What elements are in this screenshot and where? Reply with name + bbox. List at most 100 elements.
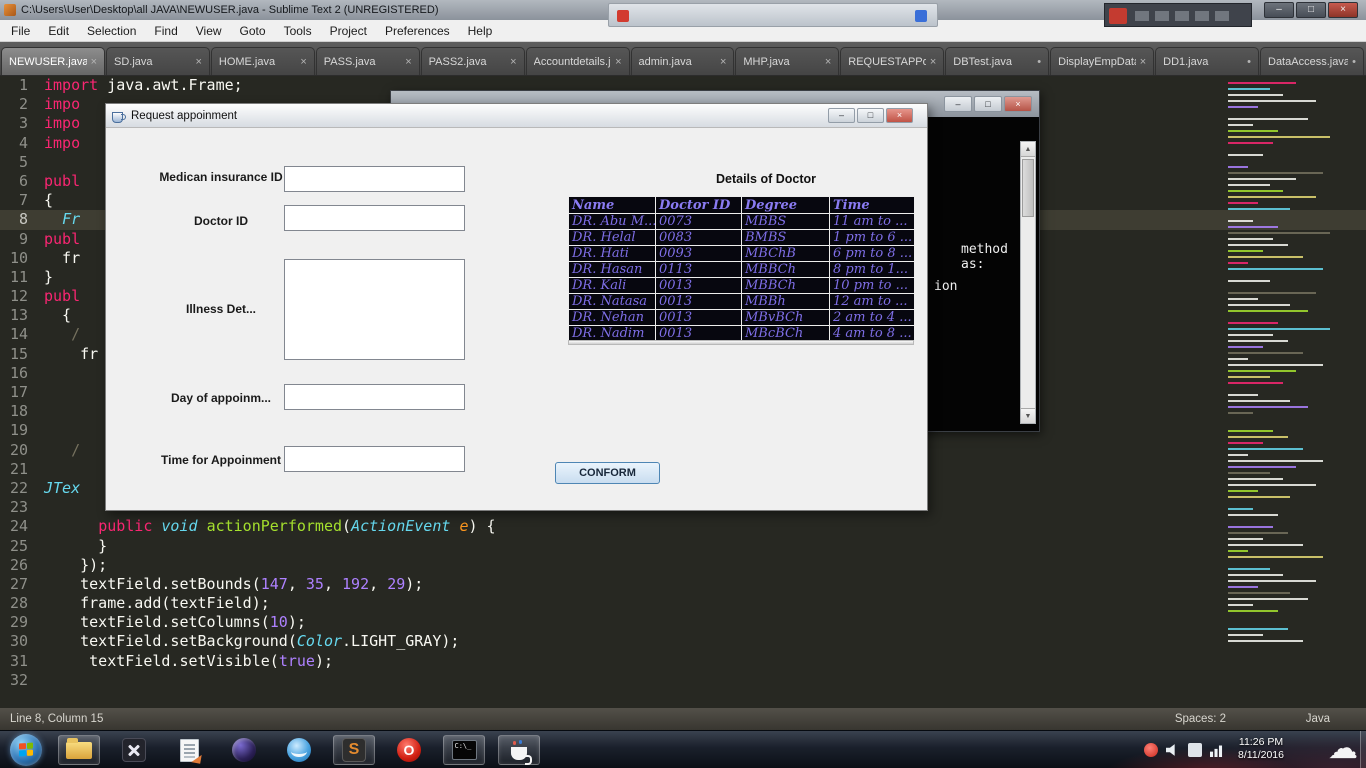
table-row[interactable]: DR. Helal 0083 BMBS 1 pm to 6 ... (568, 229, 915, 246)
tab-close-icon[interactable]: × (195, 56, 201, 68)
tab-close-icon[interactable]: × (1140, 56, 1146, 68)
code-line[interactable]: 26 }); (0, 556, 1366, 575)
volume-icon[interactable] (1166, 744, 1175, 756)
scroll-down-icon[interactable]: ▼ (1021, 408, 1035, 423)
tab-close-icon[interactable]: × (405, 56, 411, 68)
tab-displayempdata-j[interactable]: DisplayEmpData.j × (1050, 47, 1155, 75)
conform-button[interactable]: CONFORM (555, 462, 660, 484)
menu-item-project[interactable]: Project (321, 21, 376, 41)
close-button[interactable]: × (1328, 2, 1358, 18)
indentation-setting[interactable]: Spaces: 2 (1175, 713, 1226, 725)
tab-close-icon[interactable]: • (1247, 56, 1251, 68)
dialog-minimize-button[interactable]: – (828, 108, 855, 123)
doctor-table[interactable]: Name Doctor ID Degree Time DR. Abu M... 0073 M… (568, 196, 915, 342)
table-row[interactable]: DR. Natasa 0013 MBBh 12 am to ... (568, 293, 915, 310)
menu-item-file[interactable]: File (2, 21, 39, 41)
tab-close-icon[interactable]: • (1037, 56, 1041, 68)
syntax-language[interactable]: Java (1306, 713, 1330, 725)
tab-close-icon[interactable]: × (825, 56, 831, 68)
minimize-button[interactable]: – (1264, 2, 1294, 18)
taskbar-clock[interactable]: 11:26 PM 8/11/2016 (1230, 736, 1292, 762)
sublime-taskbar-button[interactable]: S (333, 735, 375, 765)
table-row[interactable]: DR. Hasan 0113 MBBCh 8 pm to 1... (568, 261, 915, 278)
table-row[interactable]: DR. Nehan 0013 MBvBCh 2 am to 4 ... (568, 309, 915, 326)
tab-admin-java[interactable]: admin.java × (630, 47, 735, 75)
code-line[interactable]: 24 public void actionPerformed(ActionEve… (0, 517, 1366, 536)
network-icon[interactable] (1210, 745, 1223, 757)
menu-item-tools[interactable]: Tools (275, 21, 321, 41)
network-meter-fragment[interactable] (1104, 3, 1252, 27)
console-scrollbar[interactable]: ▲ ▼ (1020, 141, 1036, 424)
code-line[interactable]: 27 textField.setBounds(147, 35, 192, 29)… (0, 575, 1366, 594)
insurance-id-input[interactable] (284, 166, 465, 192)
tab-close-icon[interactable]: • (1352, 56, 1356, 68)
editor-app-taskbar-button[interactable] (168, 735, 210, 765)
dialog-maximize-button[interactable]: □ (857, 108, 884, 123)
app-icon[interactable] (1188, 743, 1202, 757)
code-line[interactable]: 31 textField.setVisible(true); (0, 652, 1366, 671)
menu-item-find[interactable]: Find (145, 21, 186, 41)
tab-dd1-java[interactable]: DD1.java • (1155, 47, 1259, 75)
red-status-icon[interactable] (1144, 743, 1158, 757)
minimap[interactable] (1228, 82, 1343, 682)
opera-taskbar-button[interactable]: O (388, 735, 430, 765)
console-minimize-button[interactable]: – (944, 96, 972, 112)
tab-close-icon[interactable]: × (615, 56, 621, 68)
menu-item-selection[interactable]: Selection (78, 21, 145, 41)
table-row[interactable]: DR. Hati 0093 MBChB 6 pm to 8 ... (568, 245, 915, 262)
code-line[interactable]: 29 textField.setColumns(10); (0, 613, 1366, 632)
tab-close-icon[interactable]: × (720, 56, 726, 68)
start-button[interactable] (10, 734, 42, 766)
scrollbar-thumb[interactable] (1022, 159, 1034, 217)
menu-item-view[interactable]: View (187, 21, 231, 41)
explorer-taskbar-button[interactable] (58, 735, 100, 765)
code-line[interactable]: 28 frame.add(textField); (0, 594, 1366, 613)
background-window-fragment[interactable] (608, 3, 938, 27)
code-line[interactable]: 30 textField.setBackground(Color.LIGHT_G… (0, 632, 1366, 651)
dialog-close-button[interactable]: × (886, 108, 913, 123)
doctor-id-input[interactable] (284, 205, 465, 231)
menu-item-help[interactable]: Help (459, 21, 502, 41)
appointment-time-input[interactable] (284, 446, 465, 472)
tab-home-java[interactable]: HOME.java × (210, 47, 315, 75)
tab-dbtest-java[interactable]: DBTest.java • (945, 47, 1050, 75)
menu-item-edit[interactable]: Edit (39, 21, 78, 41)
eclipse-taskbar-button[interactable] (223, 735, 265, 765)
java-taskbar-button[interactable] (498, 735, 540, 765)
app-x-taskbar-button[interactable] (113, 735, 155, 765)
menu-item-preferences[interactable]: Preferences (376, 21, 459, 41)
tab-close-icon[interactable]: × (930, 56, 936, 68)
terminal-taskbar-button[interactable]: C:\_ (443, 735, 485, 765)
tab-pass-java[interactable]: PASS.java × (315, 47, 420, 75)
show-desktop-button[interactable] (1360, 731, 1366, 768)
table-row[interactable]: DR. Kali 0013 MBBCh 10 pm to ... (568, 277, 915, 294)
scroll-up-icon[interactable]: ▲ (1021, 142, 1035, 157)
menu-item-goto[interactable]: Goto (231, 21, 275, 41)
tab-dataaccess-java[interactable]: DataAccess.java • (1260, 47, 1364, 75)
tab-close-icon[interactable]: × (300, 56, 306, 68)
tab-sd-java[interactable]: SD.java × (106, 47, 210, 75)
code-line[interactable]: 25 } (0, 537, 1366, 556)
tab-pass2-java[interactable]: PASS2.java × (420, 47, 525, 75)
illness-details-textarea[interactable] (284, 259, 465, 360)
column-header[interactable]: Degree (741, 196, 830, 214)
column-header[interactable]: Name (568, 196, 656, 214)
tab-accountdetails-jav[interactable]: Accountdetails.jav× (525, 47, 630, 75)
blue-app-taskbar-button[interactable] (278, 735, 320, 765)
tab-close-icon[interactable]: × (91, 56, 97, 68)
console-maximize-button[interactable]: □ (974, 96, 1002, 112)
table-row[interactable]: DR. Abu M... 0073 MBBS 11 am to ... (568, 213, 915, 230)
appointment-day-input[interactable] (284, 384, 465, 410)
tab-close-icon[interactable]: × (510, 56, 516, 68)
cloud-icon[interactable]: ☁ (1328, 729, 1358, 768)
code-line[interactable]: 32 (0, 671, 1366, 690)
column-header[interactable]: Doctor ID (655, 196, 742, 214)
table-bottom-scrollbar[interactable] (568, 340, 914, 345)
tab-newuser-java[interactable]: NEWUSER.java × (1, 47, 105, 75)
column-header[interactable]: Time (829, 196, 915, 214)
console-close-button[interactable]: × (1004, 96, 1032, 112)
maximize-button[interactable]: □ (1296, 2, 1326, 18)
tab-mhp-java[interactable]: MHP.java × (735, 47, 840, 75)
tab-requestappoinm[interactable]: REQUESTAPPoinm × (840, 47, 945, 75)
dialog-titlebar[interactable]: Request appoinment – □ × (106, 104, 927, 128)
